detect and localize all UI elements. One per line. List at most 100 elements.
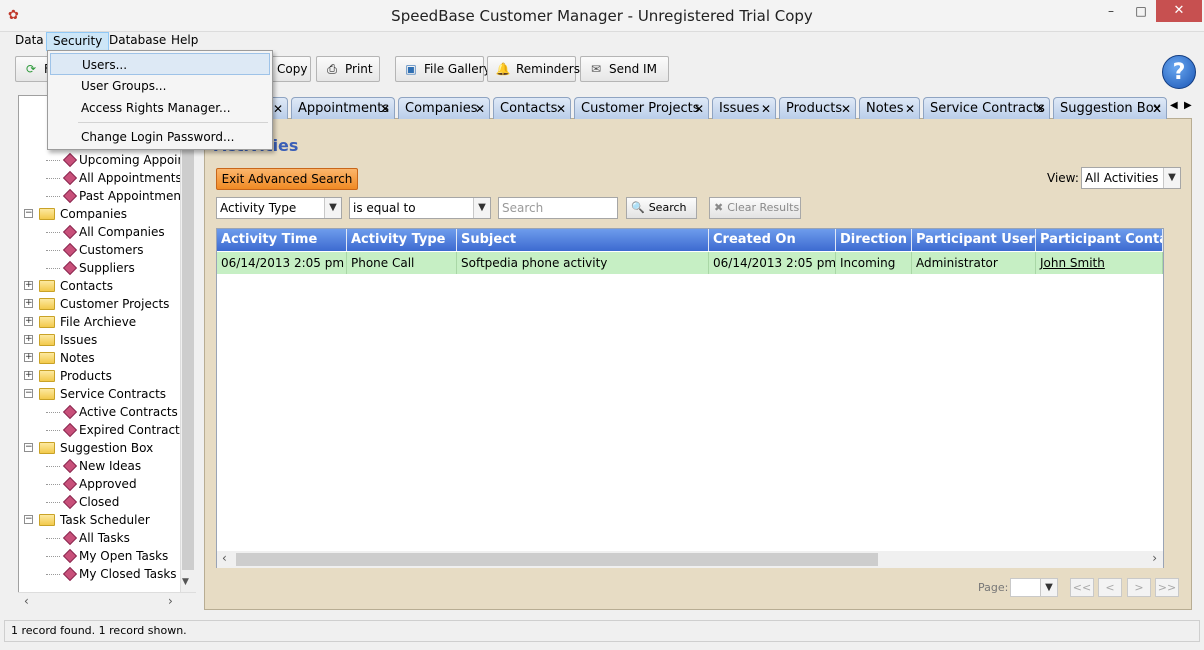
tab-notes[interactable]: Notes ✕ — [859, 97, 920, 119]
participant-contact-link-text[interactable]: John Smith — [1040, 256, 1105, 270]
tree-item-label: Customer Projects — [60, 297, 170, 311]
expand-icon[interactable]: + — [24, 299, 33, 308]
tab-customer-projects[interactable]: Customer Projects ✕ — [574, 97, 709, 119]
menu-security[interactable]: Security — [46, 32, 110, 51]
chevron-down-icon[interactable]: ▼ — [324, 198, 341, 218]
chevron-down-icon[interactable]: ▼ — [473, 198, 490, 218]
column-header[interactable]: Participant User — [912, 229, 1036, 251]
column-header[interactable]: Direction — [836, 229, 912, 251]
tab-close-icon[interactable]: ✕ — [1152, 98, 1162, 120]
tree-item-label: My Open Tasks — [79, 549, 169, 563]
chevron-down-icon[interactable]: ▼ — [1040, 579, 1057, 596]
tab-scroll-left-icon[interactable]: ◀ — [1170, 100, 1178, 111]
chevron-down-icon[interactable]: ▼ — [1163, 168, 1180, 188]
first-page-button[interactable]: << — [1070, 578, 1094, 597]
view-select[interactable]: All Activities ▼ — [1081, 167, 1181, 189]
page-select[interactable]: ▼ — [1010, 578, 1058, 597]
search-input[interactable]: Search — [498, 197, 618, 219]
tree-scroll-right-icon[interactable]: › — [168, 594, 173, 608]
tab-label: Suggestion Box — [1060, 101, 1161, 116]
tab-close-icon[interactable]: ✕ — [761, 98, 771, 120]
tab-close-icon[interactable]: ✕ — [475, 98, 485, 120]
tree-horizontal-scrollbar[interactable]: ‹ › — [18, 592, 196, 610]
table-cell[interactable]: Incoming — [836, 252, 912, 274]
tab-label: Customer Projects — [581, 101, 700, 116]
column-header[interactable]: Subject — [457, 229, 709, 251]
grid-scroll-left-icon[interactable]: ‹ — [222, 551, 227, 565]
expand-icon[interactable]: + — [24, 317, 33, 326]
tree-item-label: Issues — [60, 333, 98, 347]
next-page-button[interactable]: > — [1127, 578, 1151, 597]
expand-icon[interactable]: + — [24, 353, 33, 362]
search-button[interactable]: 🔍 Search — [626, 197, 697, 219]
menu-item-user-groups[interactable]: User Groups... — [50, 75, 270, 97]
tab-label: Products — [786, 101, 843, 116]
tab-close-icon[interactable]: ✕ — [841, 98, 851, 120]
tab-issues[interactable]: Issues ✕ — [712, 97, 776, 119]
tree-connector — [46, 178, 60, 179]
refresh-icon: ⟳ — [25, 62, 37, 76]
menu-help[interactable]: Help — [165, 32, 204, 51]
tab-close-icon[interactable]: ✕ — [694, 98, 704, 120]
column-header[interactable]: Participant Contact — [1036, 229, 1163, 251]
collapse-icon[interactable]: − — [24, 389, 33, 398]
tab-suggestion-box[interactable]: Suggestion Box ✕ — [1053, 97, 1167, 119]
menu-item-change-login-password[interactable]: Change Login Password... — [50, 126, 270, 148]
table-cell[interactable]: Administrator — [912, 252, 1036, 274]
filter-operator-select[interactable]: is equal to ▼ — [349, 197, 491, 219]
tree-item-label: Past Appointments — [79, 189, 192, 203]
tree-scroll-down-icon[interactable]: ▼ — [182, 577, 189, 587]
table-cell[interactable]: 06/14/2013 2:05 pm — [217, 252, 347, 274]
tab-companies[interactable]: Companies ✕ — [398, 97, 490, 119]
table-cell[interactable]: 06/14/2013 2:05 pm — [709, 252, 836, 274]
tab-service-contracts[interactable]: Service Contracts ✕ — [923, 97, 1050, 119]
menu-separator — [78, 122, 268, 123]
menu-data[interactable]: Data — [9, 32, 50, 51]
expand-icon[interactable]: + — [24, 371, 33, 380]
table-cell[interactable]: Phone Call — [347, 252, 457, 274]
printer-icon: ⎙ — [327, 62, 337, 76]
menu-item-users[interactable]: Users... — [50, 53, 270, 75]
tab-appointments[interactable]: Appointments ✕ — [291, 97, 395, 119]
reminders-button[interactable]: 🔔 Reminders — [487, 56, 580, 82]
tab-products[interactable]: Products ✕ — [779, 97, 856, 119]
column-header[interactable]: Activity Time — [217, 229, 347, 251]
tree-item-label: All Tasks — [79, 531, 130, 545]
grid-scroll-right-icon[interactable]: › — [1152, 551, 1157, 565]
tree-scroll-left-icon[interactable]: ‹ — [24, 594, 29, 608]
grid-scroll-thumb[interactable] — [236, 553, 878, 566]
tab-contacts[interactable]: Contacts ✕ — [493, 97, 571, 119]
clear-results-button[interactable]: ✖ Clear Results — [709, 197, 801, 219]
help-icon[interactable]: ? — [1162, 55, 1196, 89]
close-button[interactable]: ✕ — [1156, 0, 1202, 22]
collapse-icon[interactable]: − — [24, 443, 33, 452]
maximize-button[interactable]: □ — [1126, 0, 1156, 22]
menu-database[interactable]: Database — [103, 32, 172, 51]
bell-icon: 🔔 — [495, 62, 511, 76]
tab-close-icon[interactable]: ✕ — [273, 98, 283, 120]
tree-scroll-thumb[interactable] — [182, 110, 194, 570]
send-im-button[interactable]: ✉ Send IM — [580, 56, 669, 82]
table-cell[interactable]: Softpedia phone activity — [457, 252, 709, 274]
menu-item-access-rights-manager[interactable]: Access Rights Manager... — [50, 97, 270, 119]
previous-page-button[interactable]: < — [1098, 578, 1122, 597]
exit-advanced-search-button[interactable]: Exit Advanced Search — [216, 168, 358, 190]
column-header[interactable]: Created On — [709, 229, 836, 251]
tab-close-icon[interactable]: ✕ — [1035, 98, 1045, 120]
tab-close-icon[interactable]: ✕ — [556, 98, 566, 120]
send-im-label: Send IM — [609, 62, 657, 76]
tab-scroll-right-icon[interactable]: ▶ — [1184, 100, 1192, 111]
filter-field-select[interactable]: Activity Type ▼ — [216, 197, 342, 219]
tab-close-icon[interactable]: ✕ — [905, 98, 915, 120]
expand-icon[interactable]: + — [24, 281, 33, 290]
file-gallery-button[interactable]: ▣ File Gallery — [395, 56, 491, 82]
expand-icon[interactable]: + — [24, 335, 33, 344]
collapse-icon[interactable]: − — [24, 515, 33, 524]
collapse-icon[interactable]: − — [24, 209, 33, 218]
participant-contact-link[interactable]: John Smith — [1036, 252, 1163, 274]
column-header[interactable]: Activity Type — [347, 229, 457, 251]
print-button[interactable]: ⎙ Print — [316, 56, 380, 82]
tab-close-icon[interactable]: ✕ — [380, 98, 390, 120]
last-page-button[interactable]: >> — [1155, 578, 1179, 597]
minimize-button[interactable]: – — [1096, 0, 1126, 22]
